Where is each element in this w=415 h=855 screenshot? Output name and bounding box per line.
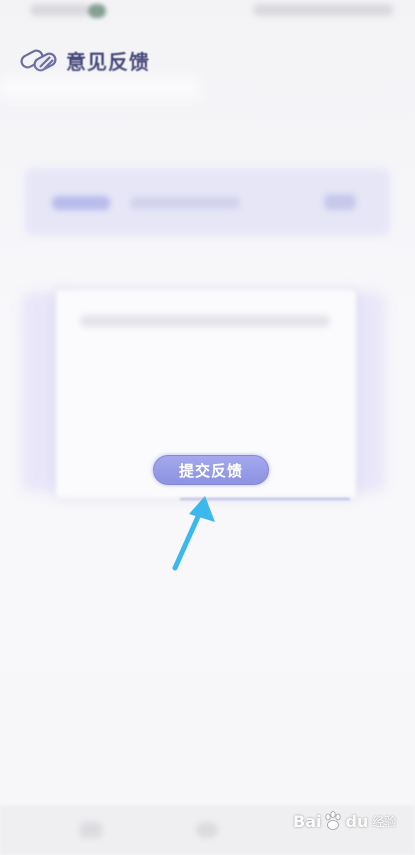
feedback-type-arrow[interactable]	[324, 194, 356, 210]
feedback-placeholder	[80, 315, 330, 327]
feedback-type-label	[52, 196, 110, 210]
watermark-brand-left: Bai	[293, 811, 322, 831]
pointer-arrow-icon	[172, 496, 215, 571]
header-glow	[0, 78, 200, 98]
status-bar	[0, 0, 415, 24]
feedback-type-value	[130, 197, 240, 209]
baidu-watermark: Bai du 经验	[293, 806, 396, 836]
status-time	[30, 4, 90, 16]
page-header: 意见反馈	[18, 40, 150, 80]
submit-feedback-button[interactable]: 提交反馈	[153, 455, 269, 485]
page-title: 意见反馈	[66, 49, 150, 74]
status-icons	[253, 4, 393, 16]
nav-home-button[interactable]	[196, 822, 218, 838]
feedback-screen: 意见反馈 提交反馈 Bai du 经验	[0, 0, 415, 855]
status-indicator	[88, 4, 106, 18]
watermark-brand-right: du	[345, 811, 369, 831]
watermark-suffix: 经验	[372, 814, 397, 829]
nav-back-button[interactable]	[80, 822, 102, 838]
feedback-logo-icon	[20, 49, 57, 72]
paw-icon	[325, 811, 342, 830]
